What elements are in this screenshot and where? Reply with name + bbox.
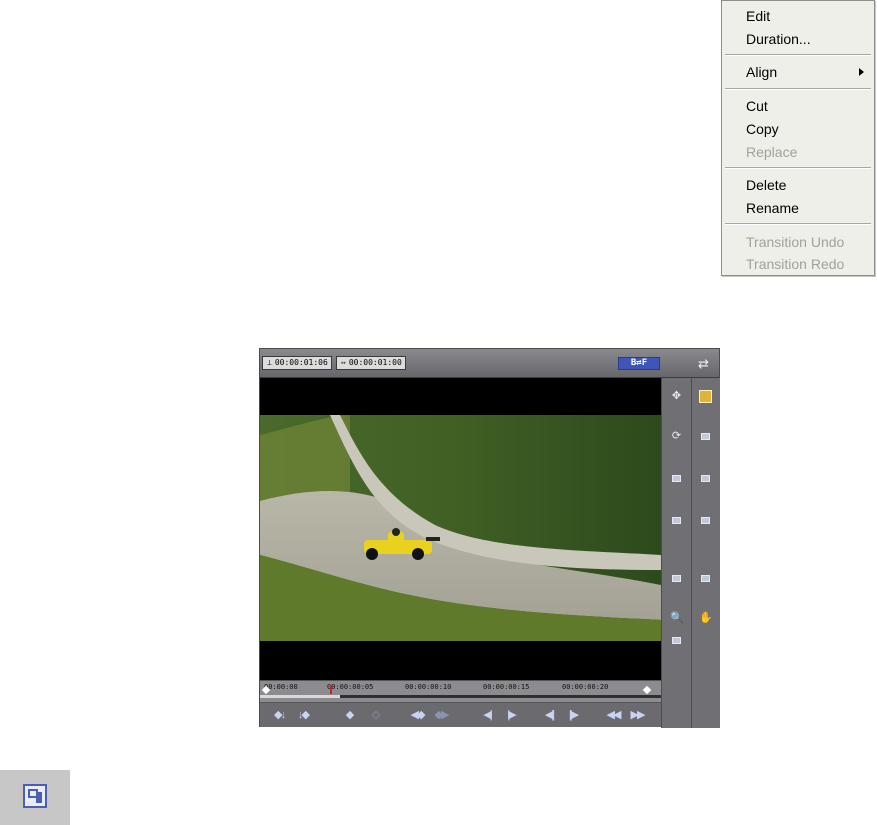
rewind-icon[interactable]: ◀◀ [604, 708, 622, 722]
before-after-toggle[interactable]: B⇄F [618, 357, 660, 370]
stack-icon[interactable] [670, 572, 683, 585]
keyframe-disabled-icon: ◇ [371, 709, 380, 721]
ruler-tick: 00:00:00:10 [405, 683, 452, 691]
add-keyframe-icon[interactable]: ◆↓ [270, 708, 288, 722]
step-forward-icon[interactable]: |▶ [502, 708, 520, 722]
timeline-progress [260, 695, 340, 698]
out-point-marker[interactable] [642, 685, 652, 695]
menu-item-rename[interactable]: Rename [746, 198, 868, 218]
context-menu: Edit Duration... Align Cut Copy Replace … [721, 0, 875, 276]
race-car-frame [260, 415, 661, 641]
menu-item-align[interactable]: Align [746, 62, 868, 82]
hand-icon[interactable]: ✋ [699, 612, 713, 625]
save-icon [23, 784, 47, 808]
keyframe-icon[interactable]: ◆ [340, 708, 358, 722]
overlay-icon[interactable] [699, 514, 712, 527]
grid-icon[interactable] [670, 514, 683, 527]
next-keyframe-icon[interactable]: ◆▶ [432, 708, 450, 722]
ruler-tick: 00:00:00:05 [327, 683, 374, 691]
panel-icon[interactable] [670, 472, 683, 485]
timeline-ruler[interactable]: 00:00:00 00:00:00:05 00:00:00:10 00:00:0… [260, 680, 661, 703]
go-to-end-icon[interactable]: ||▶ [564, 708, 582, 722]
ruler-tick: 00:00:00:20 [562, 683, 609, 691]
target-icon[interactable] [699, 572, 712, 585]
menu-item-transition-redo: Transition Redo [746, 256, 845, 272]
swap-view-icon[interactable]: ⇄ [698, 356, 709, 372]
menu-item-duration[interactable]: Duration... [746, 29, 868, 49]
menu-separator [725, 54, 871, 56]
submenu-arrow-icon [859, 68, 864, 76]
layer-icon[interactable] [699, 430, 712, 443]
menu-separator [725, 167, 871, 169]
remove-keyframe-icon[interactable]: ↓◆ [294, 708, 312, 722]
rotate-icon[interactable]: ⟳ [670, 430, 683, 443]
duration-icon: ↔ [341, 358, 346, 367]
go-to-start-icon[interactable]: ◀|| [540, 708, 558, 722]
preview-side-toolbar: ✥ ⟳ 🔍 ✋ [661, 378, 720, 728]
step-back-icon[interactable]: ◀| [478, 708, 496, 722]
move-icon[interactable]: ✥ [670, 390, 683, 403]
transport-controls: ◆↓ ↓◆ ◆ ◇ ◀◆ ◆▶ ◀| |▶ ◀|| ||▶ ◀◀ ▶▶ [260, 702, 661, 727]
frame-icon[interactable] [699, 390, 712, 403]
menu-item-replace: Replace [746, 144, 798, 160]
position-timecode[interactable]: ⊥ 00:00:01:06 [262, 356, 332, 370]
zoom-icon[interactable]: 🔍 [670, 612, 684, 625]
transition-preview-window: ⊥ 00:00:01:06 ↔ 00:00:01:00 B⇄F ⇄ ✥ ⟳ 🔍 … [259, 348, 720, 728]
fit-icon[interactable] [699, 472, 712, 485]
menu-item-delete[interactable]: Delete [746, 175, 868, 195]
menu-separator [725, 223, 871, 225]
video-preview [260, 378, 661, 680]
previous-keyframe-icon[interactable]: ◀◆ [408, 708, 426, 722]
save-template-button[interactable] [0, 770, 70, 825]
copy-layer-icon[interactable] [670, 634, 683, 647]
duration-timecode[interactable]: ↔ 00:00:01:00 [336, 356, 406, 370]
menu-item-align-label: Align [746, 64, 778, 80]
ruler-tick: 00:00:00:15 [483, 683, 530, 691]
playhead-marker[interactable] [330, 685, 332, 694]
menu-separator [725, 88, 871, 90]
menu-item-copy[interactable]: Copy [746, 119, 868, 139]
preview-toolbar: ⊥ 00:00:01:06 ↔ 00:00:01:00 B⇄F ⇄ [260, 349, 719, 378]
position-icon: ⊥ [267, 358, 272, 367]
menu-item-edit[interactable]: Edit [746, 6, 868, 26]
side-toolbar-divider [691, 378, 692, 728]
menu-item-cut[interactable]: Cut [746, 96, 868, 116]
fast-forward-icon[interactable]: ▶▶ [628, 708, 646, 722]
menu-item-transition-undo: Transition Undo [746, 234, 845, 250]
